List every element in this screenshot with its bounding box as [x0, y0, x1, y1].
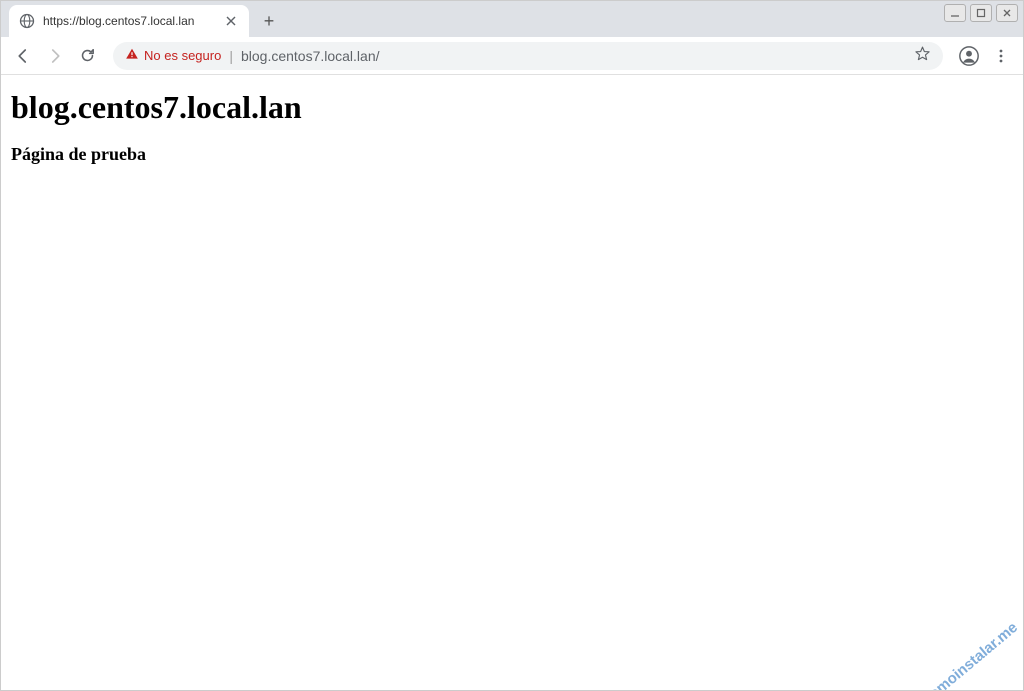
kebab-menu-icon[interactable] [987, 42, 1015, 70]
bookmark-star-icon[interactable] [914, 45, 931, 67]
page-subheading: Página de prueba [11, 144, 1013, 165]
watermark-text: comoinstalar.me [919, 619, 1021, 690]
window-controls [944, 4, 1018, 22]
globe-icon [19, 13, 35, 29]
back-button[interactable] [9, 42, 37, 70]
forward-button[interactable] [41, 42, 69, 70]
security-warning[interactable]: No es seguro [125, 47, 221, 64]
minimize-button[interactable] [944, 4, 966, 22]
profile-button[interactable] [955, 42, 983, 70]
tab-title: https://blog.centos7.local.lan [43, 14, 215, 28]
browser-window: https://blog.centos7.local.lan + No es s… [0, 0, 1024, 691]
tab-bar: https://blog.centos7.local.lan + [1, 1, 1023, 37]
security-warning-text: No es seguro [144, 48, 221, 63]
page-content: blog.centos7.local.lan Página de prueba … [1, 75, 1023, 690]
address-bar[interactable]: No es seguro | blog.centos7.local.lan/ [113, 42, 943, 70]
warning-triangle-icon [125, 47, 139, 64]
maximize-button[interactable] [970, 4, 992, 22]
toolbar: No es seguro | blog.centos7.local.lan/ [1, 37, 1023, 75]
window-close-button[interactable] [996, 4, 1018, 22]
url-text: blog.centos7.local.lan/ [241, 48, 906, 64]
new-tab-button[interactable]: + [255, 7, 283, 35]
page-heading: blog.centos7.local.lan [11, 89, 1013, 126]
omnibox-divider: | [229, 48, 233, 64]
tab-close-icon[interactable] [223, 13, 239, 29]
reload-button[interactable] [73, 42, 101, 70]
browser-tab[interactable]: https://blog.centos7.local.lan [9, 5, 249, 37]
